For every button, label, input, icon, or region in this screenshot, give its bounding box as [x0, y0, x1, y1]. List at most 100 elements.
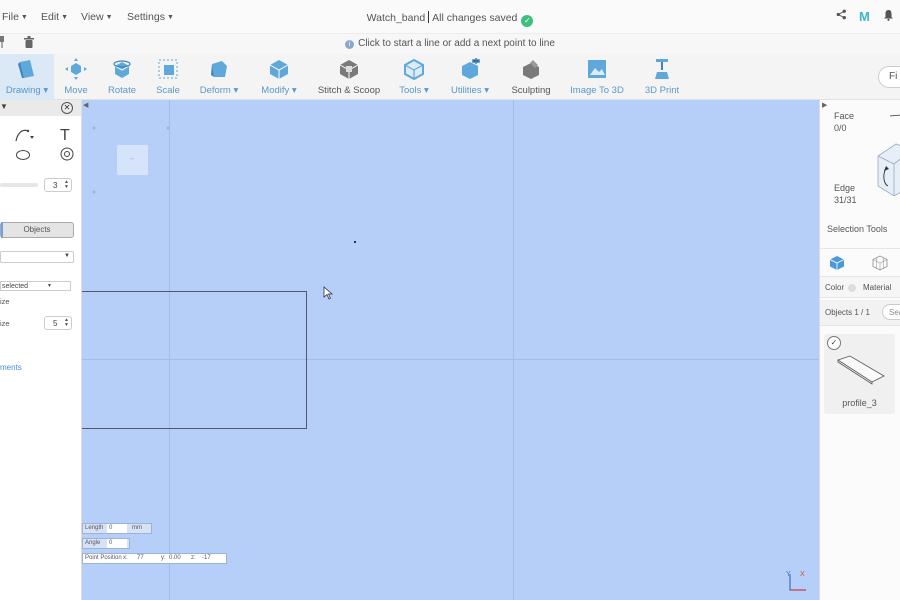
- stroke-stepper[interactable]: 3 ▲ ▼: [44, 178, 72, 192]
- tool-modify[interactable]: Modify ▾: [256, 54, 302, 100]
- chevron-down-icon: ▼: [64, 253, 70, 259]
- length-label: Length: [85, 525, 104, 531]
- tool-image-to-3d[interactable]: Image To 3D: [566, 54, 628, 100]
- spinner-icon[interactable]: ▲ ▼: [64, 180, 69, 190]
- object-search-input[interactable]: Sea: [882, 304, 900, 320]
- size-value: 5: [53, 319, 58, 328]
- size-stepper[interactable]: 5 ▲ ▼: [44, 316, 72, 330]
- text-tool-icon[interactable]: T: [60, 127, 70, 145]
- drawn-point: [354, 241, 356, 243]
- stitch-scoop-icon: [339, 60, 359, 79]
- tool-utilities-label: Utilities: [450, 85, 482, 96]
- segment-marker: [1, 222, 3, 238]
- selection-tools-label[interactable]: Selection Tools: [827, 224, 887, 234]
- divider: [820, 248, 900, 249]
- mode-dropdown[interactable]: ▼: [0, 251, 74, 263]
- tool-stitch-scoop[interactable]: Stitch & Scoop: [314, 54, 384, 100]
- color-material-row: Color Material: [820, 276, 900, 298]
- tool-rotate-label: Rotate: [108, 85, 136, 96]
- canvas-mini-widget[interactable]: →: [117, 145, 148, 175]
- size-label-2: ize: [0, 319, 10, 328]
- faint-pin-icon: ●: [92, 189, 97, 196]
- ellipse-icon[interactable]: [15, 148, 31, 164]
- document-title-bar: Watch_band All changes saved ✓: [0, 11, 900, 27]
- mesh-tab-icon[interactable]: [872, 255, 888, 271]
- object-thumbnail: [837, 355, 885, 385]
- main-toolbar: Drawing ▾ Move Rotate Scale Deform ▾ Mod…: [0, 54, 900, 100]
- collapse-right-icon[interactable]: ▶: [822, 101, 827, 109]
- length-input[interactable]: 0: [107, 524, 127, 533]
- find-button[interactable]: Fi: [878, 66, 900, 88]
- edge-label: Edge: [834, 183, 856, 193]
- title-separator: [428, 11, 430, 23]
- stroke-slider[interactable]: [0, 183, 38, 187]
- info-icon: i: [345, 40, 355, 49]
- material-label[interactable]: Material: [863, 283, 891, 292]
- modify-icon: [269, 60, 289, 79]
- collapse-icon[interactable]: ▼: [0, 102, 8, 111]
- size-label-1: ize: [0, 297, 10, 306]
- properties-panel: ▶ Face 0/0 Edge 31/31 Selection Tools Co…: [819, 100, 900, 600]
- 3d-viewport[interactable]: ◀ ● ● ● → Length 0 mm Angle 0 Point Posi…: [82, 100, 819, 600]
- tool-tools[interactable]: Tools ▾: [394, 54, 434, 100]
- hint-bar: i Click to start a line or add a next poi…: [0, 34, 900, 54]
- spinner-icon[interactable]: ▲ ▼: [64, 318, 69, 328]
- tool-utilities[interactable]: Utilities ▾: [446, 54, 494, 100]
- point-position-label: Point Position: [85, 555, 122, 561]
- angle-input[interactable]: 0: [107, 539, 127, 548]
- cube-tab-icon[interactable]: [829, 255, 845, 271]
- menu-bar: File ▼ Edit ▼ View ▼ Settings ▼ Watch_band Al…: [0, 0, 900, 34]
- tool-3d-print-label: 3D Print: [644, 85, 680, 96]
- collapse-left-icon[interactable]: ◀: [83, 101, 88, 109]
- drawing-icon: [18, 60, 34, 78]
- tool-sculpting[interactable]: Sculpting: [508, 54, 554, 100]
- brand-logo[interactable]: M: [859, 9, 870, 24]
- objects-toggle-button[interactable]: Objects: [0, 222, 74, 238]
- tools-icon: [404, 58, 424, 80]
- angle-field: Angle 0: [82, 538, 130, 549]
- more-link[interactable]: ments: [0, 363, 22, 372]
- move-icon: [65, 58, 87, 80]
- view-cube[interactable]: [872, 106, 900, 196]
- tool-rotate[interactable]: Rotate: [104, 54, 140, 100]
- circle-target-icon[interactable]: [60, 147, 74, 164]
- document-title[interactable]: Watch_band: [367, 12, 426, 24]
- length-field: Length 0 mm: [82, 523, 152, 534]
- color-swatch[interactable]: [848, 284, 856, 292]
- sculpting-icon: [523, 60, 539, 79]
- deform-icon: [211, 61, 227, 77]
- faint-pin-icon: ●: [92, 125, 97, 132]
- axis-x-label: X: [800, 571, 805, 578]
- close-icon[interactable]: ✕: [61, 102, 73, 114]
- tool-scale-label: Scale: [156, 85, 180, 96]
- x-input[interactable]: 77: [135, 554, 157, 563]
- freehand-curve-icon[interactable]: [14, 127, 34, 146]
- rotate-icon: [113, 60, 131, 78]
- tool-drawing[interactable]: Drawing ▾: [0, 54, 54, 100]
- drawing-panel: ▼ ✕ T 3 ▲ ▼ Objects ▼ selected ▼ ize ize 5 ▲…: [0, 100, 82, 600]
- objects-count: Objects 1 / 1: [825, 308, 870, 317]
- drawn-rectangle[interactable]: [82, 291, 307, 429]
- color-label[interactable]: Color: [825, 283, 844, 292]
- face-label: Face: [834, 111, 855, 121]
- tool-move[interactable]: Move: [58, 54, 94, 100]
- save-status: All changes saved: [432, 12, 518, 24]
- stroke-value: 3: [53, 181, 58, 190]
- z-input[interactable]: -17: [200, 554, 224, 563]
- selection-dropdown[interactable]: selected ▼: [0, 281, 71, 291]
- point-position-field: Point Position x: 77 y: 0.00 z: -17: [82, 553, 227, 564]
- share-icon[interactable]: [836, 9, 847, 23]
- check-icon[interactable]: ✓: [827, 336, 841, 350]
- axis-y-label: Y: [786, 571, 791, 578]
- tool-sculpting-label: Sculpting: [511, 85, 551, 96]
- mouse-cursor-icon: [323, 286, 334, 300]
- bell-icon[interactable]: [883, 9, 894, 24]
- grid-line: [513, 100, 514, 600]
- y-label: y:: [161, 555, 166, 561]
- tool-move-label: Move: [64, 85, 88, 96]
- tool-3d-print[interactable]: 3D Print: [640, 54, 684, 100]
- tool-scale[interactable]: Scale: [150, 54, 186, 100]
- face-count: 0/0: [834, 123, 847, 133]
- y-input[interactable]: 0.00: [167, 554, 189, 563]
- tool-deform[interactable]: Deform ▾: [196, 54, 242, 100]
